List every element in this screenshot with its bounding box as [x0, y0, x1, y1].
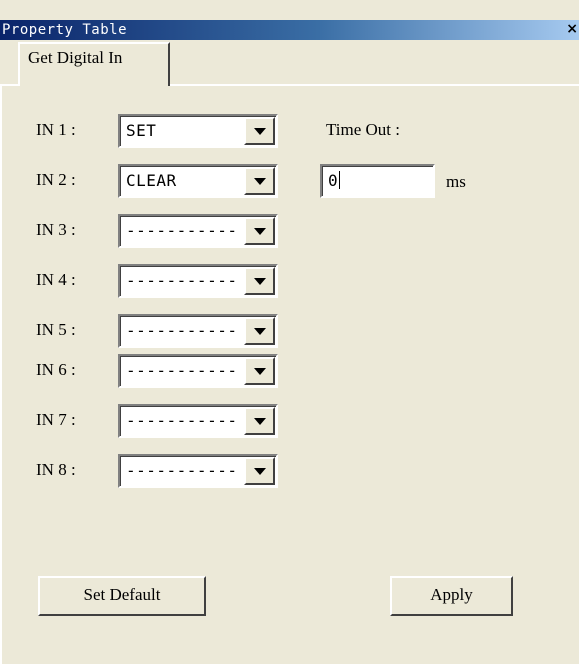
close-icon[interactable]: × [566, 20, 578, 38]
in-1-label: IN 1 : [36, 120, 76, 139]
in-3-dropdown-button[interactable] [244, 217, 275, 245]
title-bar[interactable]: Property Table × [0, 20, 579, 40]
in-3-label: IN 3 : [36, 220, 76, 239]
chevron-down-icon [254, 368, 266, 375]
chevron-down-icon [254, 278, 266, 285]
property-table-window: Property Table × Get Digital In IN 1 : S… [0, 0, 579, 664]
in-1-value: SET [126, 121, 157, 140]
chevron-down-icon [254, 468, 266, 475]
apply-button[interactable]: Apply [390, 576, 513, 616]
chevron-down-icon [254, 178, 266, 185]
chevron-down-icon [254, 328, 266, 335]
in-5-label: IN 5 : [36, 320, 76, 339]
in-6-value: ----------- [126, 361, 238, 380]
in-8-combo[interactable]: ----------- [118, 454, 278, 488]
in-2-combo[interactable]: CLEAR [118, 164, 278, 198]
in-7-value: ----------- [126, 411, 238, 430]
tab-get-digital-in[interactable]: Get Digital In [18, 42, 170, 86]
in-2-label: IN 2 : [36, 170, 76, 189]
in-2-value: CLEAR [126, 171, 177, 190]
in-6-combo[interactable]: ----------- [118, 354, 278, 388]
tab-label: Get Digital In [28, 48, 123, 67]
timeout-value: 0 [328, 170, 340, 192]
in-5-value: ----------- [126, 321, 238, 340]
in-8-value: ----------- [126, 461, 238, 480]
in-1-dropdown-button[interactable] [244, 117, 275, 145]
in-5-combo[interactable]: ----------- [118, 314, 278, 348]
timeout-input[interactable]: 0 [320, 164, 435, 198]
set-default-button[interactable]: Set Default [38, 576, 206, 616]
in-4-value: ----------- [126, 271, 238, 290]
in-6-label: IN 6 : [36, 360, 76, 379]
in-7-label: IN 7 : [36, 410, 76, 429]
in-4-label: IN 4 : [36, 270, 76, 289]
text-caret [338, 171, 340, 189]
in-6-dropdown-button[interactable] [244, 357, 275, 385]
in-5-dropdown-button[interactable] [244, 317, 275, 345]
in-1-combo[interactable]: SET [118, 114, 278, 148]
in-8-label: IN 8 : [36, 460, 76, 479]
in-7-dropdown-button[interactable] [244, 407, 275, 435]
in-4-dropdown-button[interactable] [244, 267, 275, 295]
timeout-unit-label: ms [446, 172, 466, 191]
in-2-dropdown-button[interactable] [244, 167, 275, 195]
in-3-combo[interactable]: ----------- [118, 214, 278, 248]
chevron-down-icon [254, 128, 266, 135]
chevron-down-icon [254, 228, 266, 235]
in-7-combo[interactable]: ----------- [118, 404, 278, 438]
in-8-dropdown-button[interactable] [244, 457, 275, 485]
timeout-value-text: 0 [328, 171, 338, 190]
window-title: Property Table [2, 22, 128, 38]
chevron-down-icon [254, 418, 266, 425]
in-3-value: ----------- [126, 221, 238, 240]
in-4-combo[interactable]: ----------- [118, 264, 278, 298]
timeout-label: Time Out : [326, 120, 401, 139]
